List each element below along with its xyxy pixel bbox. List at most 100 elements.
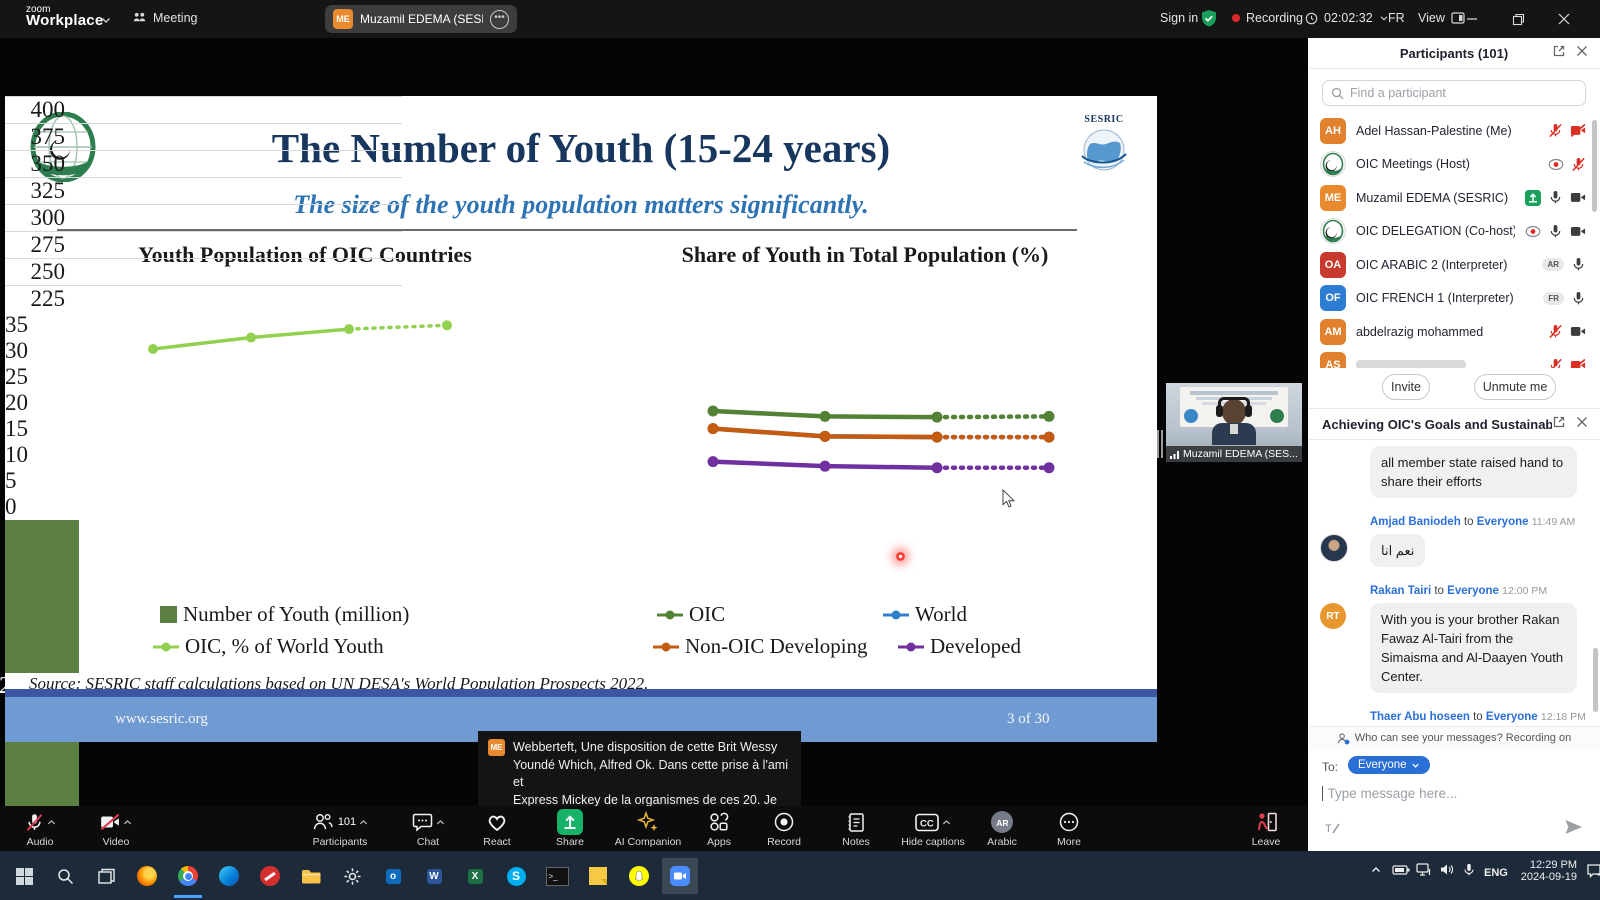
- participant-row[interactable]: AHAdel Hassan-Palestine (Me): [1308, 114, 1600, 147]
- panel-resize-handle[interactable]: [1157, 430, 1163, 458]
- tray-network-icon[interactable]: [1416, 863, 1432, 881]
- taskbar-word-icon[interactable]: W: [416, 858, 452, 894]
- leave-icon: [1221, 809, 1311, 835]
- toolbar-participants-button[interactable]: 101Participants: [295, 809, 385, 848]
- svg-text:CC: CC: [920, 818, 934, 829]
- chat-avatar: RT: [1320, 603, 1346, 629]
- self-video-thumbnail[interactable]: Muzamil EDEMA (SES...: [1166, 383, 1302, 462]
- tray-chevron-up-icon[interactable]: [1370, 863, 1382, 881]
- taskbar-task-view-icon[interactable]: [88, 858, 124, 894]
- toolbar-leave-button[interactable]: Leave: [1221, 809, 1311, 848]
- chat-privacy-notice[interactable]: Who can see your messages? Recording on: [1308, 726, 1600, 749]
- chevron-up-icon[interactable]: [47, 813, 56, 831]
- recipient-dropdown[interactable]: Everyone: [1348, 756, 1430, 774]
- chat-scrollbar[interactable]: [1593, 648, 1598, 712]
- taskbar-firefox-icon[interactable]: [129, 858, 165, 894]
- chat-bubble: With you is your brother Rakan Fawaz Al-…: [1370, 603, 1577, 693]
- invite-button[interactable]: Invite: [1382, 374, 1430, 400]
- y-axis-tick: 250: [5, 259, 65, 285]
- recording-indicator-icon: [1548, 158, 1564, 171]
- close-window-button[interactable]: [1544, 4, 1584, 34]
- sign-in-link[interactable]: Sign in: [1160, 11, 1198, 25]
- y-axis-tick: 375: [5, 124, 65, 150]
- taskbar-edge-icon[interactable]: [211, 858, 247, 894]
- taskbar-excel-icon[interactable]: X: [457, 858, 493, 894]
- tab-meeting[interactable]: Meeting: [132, 10, 197, 25]
- chat-messages: all member state raised hand to share th…: [1308, 438, 1600, 726]
- toolbar-share-button[interactable]: Share: [525, 809, 615, 848]
- restore-button[interactable]: [1498, 4, 1538, 34]
- camera-icon: [1570, 191, 1586, 204]
- page-number: 3 of 30: [1007, 711, 1050, 728]
- participant-row[interactable]: OIC Meetings (Host): [1308, 148, 1600, 181]
- toolbar-share-label: Share: [525, 836, 615, 848]
- bar-swatch-icon: [160, 606, 177, 623]
- participant-row[interactable]: MEMuzamil EDEMA (SESRIC): [1308, 181, 1600, 214]
- participant-row[interactable]: AMabdelrazig mohammed: [1308, 315, 1600, 348]
- participant-name: OIC DELEGATION (Co-host): [1356, 224, 1515, 238]
- format-text-icon[interactable]: T: [1324, 820, 1341, 842]
- action-center-icon[interactable]: [1586, 863, 1600, 883]
- tray-mic-icon[interactable]: [1462, 863, 1476, 882]
- chevron-up-icon[interactable]: [942, 813, 951, 831]
- taskbar-chrome-icon[interactable]: [170, 858, 206, 894]
- camera-icon: [1570, 325, 1586, 338]
- tray-language[interactable]: ENG: [1484, 863, 1508, 881]
- tray-battery-icon[interactable]: [1392, 863, 1410, 881]
- chevron-up-icon[interactable]: [436, 813, 445, 831]
- speaker-figure: [1214, 397, 1254, 437]
- tray-speaker-icon[interactable]: [1440, 863, 1455, 881]
- popout-icon[interactable]: [1552, 415, 1566, 434]
- security-shield-icon[interactable]: [1200, 9, 1218, 33]
- participant-row[interactable]: OIC DELEGATION (Co-host): [1308, 215, 1600, 248]
- participant-name: OIC FRENCH 1 (Interpreter): [1356, 291, 1533, 305]
- participant-row[interactable]: OAOIC ARABIC 2 (Interpreter)AR: [1308, 248, 1600, 281]
- interpretation-language[interactable]: FR: [1388, 11, 1405, 25]
- participant-row[interactable]: OFOIC FRENCH 1 (Interpreter)FR: [1308, 282, 1600, 315]
- participants-header: Participants (101): [1308, 38, 1600, 69]
- send-message-icon[interactable]: [1564, 818, 1583, 841]
- recording-indicator[interactable]: Recording: [1232, 11, 1303, 25]
- taskbar-snapchat-icon[interactable]: [621, 858, 657, 894]
- participants-scrollbar[interactable]: [1592, 120, 1597, 212]
- chevron-up-icon[interactable]: [123, 813, 132, 831]
- taskbar-sticky-notes-icon[interactable]: [580, 858, 616, 894]
- secondary-axis-tick: 25: [5, 364, 55, 390]
- avatar: AH: [1320, 118, 1346, 144]
- taskbar-skype-icon[interactable]: S: [498, 858, 534, 894]
- chat-bubble: نعم انا: [1370, 534, 1425, 567]
- popout-icon[interactable]: [1552, 44, 1566, 63]
- timer-value: 02:02:32: [1324, 11, 1373, 25]
- close-panel-icon[interactable]: [1576, 44, 1588, 62]
- share-options-icon[interactable]: •••: [490, 10, 509, 29]
- tray-clock[interactable]: 12:29 PM2024-09-19: [1515, 859, 1577, 883]
- toolbar-more-button[interactable]: More: [1024, 809, 1114, 848]
- unmute-me-button[interactable]: Unmute me: [1474, 374, 1556, 400]
- message-sender: Amjad Baniodeh to Everyone 11:49 AM: [1370, 516, 1575, 528]
- taskbar-settings-icon[interactable]: [334, 858, 370, 894]
- minimize-button[interactable]: [1452, 4, 1492, 34]
- toolbar-video-button[interactable]: Video: [71, 809, 161, 848]
- close-chat-icon[interactable]: [1576, 415, 1588, 433]
- camera-off-icon: [1570, 359, 1586, 368]
- meeting-timer[interactable]: 02:02:32: [1305, 11, 1389, 25]
- taskbar-terminal-icon[interactable]: >_: [539, 858, 575, 894]
- taskbar-red-app-icon[interactable]: [252, 858, 288, 894]
- toolbar-leave-label: Leave: [1221, 836, 1311, 848]
- screen: zoom Workplace Meeting ME Muzamil EDEMA …: [0, 0, 1600, 900]
- search-participant-input[interactable]: Find a participant: [1322, 80, 1586, 106]
- chevron-up-icon[interactable]: [359, 813, 368, 831]
- taskbar-search-icon[interactable]: [47, 858, 83, 894]
- participant-status-icons: [1525, 190, 1586, 206]
- taskbar-zoom-icon[interactable]: [662, 858, 698, 894]
- participant-row[interactable]: AS: [1308, 349, 1600, 369]
- screen-share-pill[interactable]: ME Muzamil EDEMA (SESRIC)'s scree •••: [325, 5, 517, 33]
- search-icon: [1331, 87, 1344, 100]
- recipient-value: Everyone: [1358, 759, 1407, 771]
- message-input[interactable]: Type message here...: [1322, 786, 1586, 801]
- taskbar-start-icon[interactable]: [6, 858, 42, 894]
- taskbar-file-explorer-icon[interactable]: [293, 858, 329, 894]
- workspace-chevron-icon[interactable]: [100, 13, 112, 31]
- chevron-down-icon: [1411, 761, 1420, 770]
- taskbar-outlook-icon[interactable]: o: [375, 858, 411, 894]
